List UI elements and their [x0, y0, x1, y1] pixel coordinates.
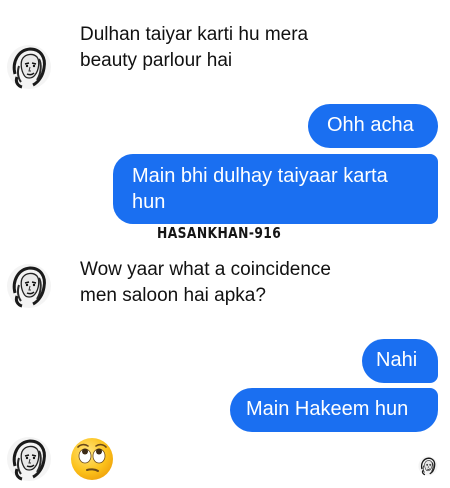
outgoing-message[interactable]: Ohh acha — [308, 104, 438, 148]
woman-sketch-avatar-icon — [6, 436, 52, 482]
message-line: Main bhi dulhay taiyaar karta — [132, 165, 388, 187]
woman-sketch-avatar-icon — [6, 263, 52, 309]
incoming-message: Dulhan taiyar karti hu mera beauty parlo… — [80, 22, 308, 74]
seen-avatar-icon — [418, 456, 438, 476]
message-line: beauty parlour hai — [80, 50, 233, 71]
avatar[interactable] — [6, 436, 52, 482]
avatar[interactable] — [6, 263, 52, 309]
message-line: Wow yaar what a coincidence — [80, 259, 331, 280]
outgoing-message[interactable]: Nahi — [362, 339, 438, 383]
watermark: HASANKHAN-916 — [157, 224, 282, 242]
incoming-message: Wow yaar what a coincidence men saloon h… — [80, 257, 331, 309]
outgoing-message[interactable]: Main Hakeem hun — [230, 388, 438, 432]
message-line: Dulhan taiyar karti hu mera — [80, 24, 309, 45]
avatar[interactable] — [6, 44, 52, 90]
message-line: men saloon hai apka? — [80, 285, 266, 306]
woman-sketch-avatar-icon — [6, 44, 52, 90]
chat-thread: Dulhan taiyar karti hu mera beauty parlo… — [0, 0, 450, 488]
message-line: hun — [132, 191, 166, 213]
face-with-rolling-eyes-emoji[interactable] — [70, 437, 114, 481]
rolling-eyes-icon — [71, 438, 113, 480]
outgoing-message[interactable]: Main bhi dulhay taiyaar karta hun — [113, 154, 438, 224]
